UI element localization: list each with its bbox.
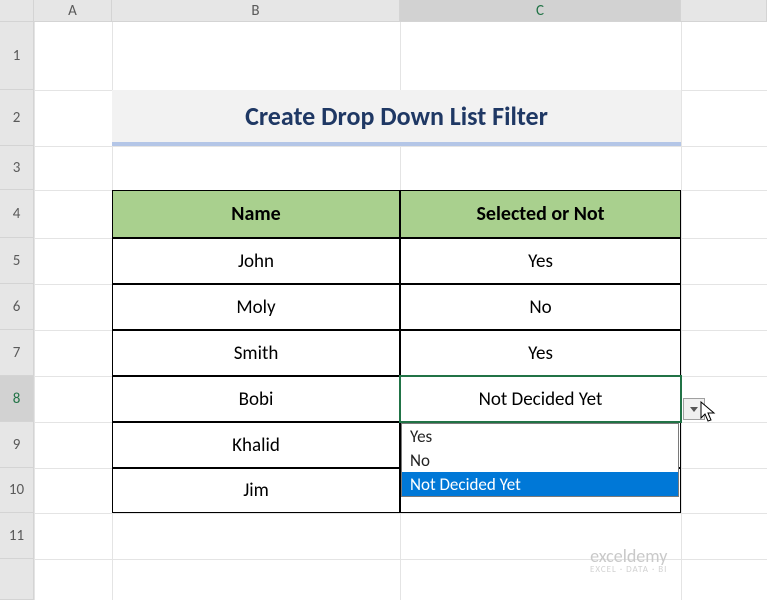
dropdown-list[interactable]: YesNoNot Decided Yet	[401, 423, 679, 497]
table-row: MolyNo	[112, 284, 681, 330]
row-header-spacer	[0, 559, 34, 600]
cell-name[interactable]: Bobi	[112, 376, 400, 422]
cell-status[interactable]: Yes	[400, 330, 681, 376]
watermark: exceldemy EXCEL · DATA · BI	[590, 547, 667, 574]
cell-status[interactable]: Not Decided Yet	[400, 376, 681, 422]
cell-name[interactable]: Jim	[112, 468, 400, 513]
col-header-spacer	[681, 0, 767, 22]
spreadsheet: ABC 1234567891011 Create Drop Down List …	[0, 0, 767, 600]
dropdown-option[interactable]: Yes	[402, 424, 678, 448]
cell-name[interactable]: John	[112, 238, 400, 284]
col-header-status[interactable]: Selected or Not	[400, 190, 681, 238]
row-header-9[interactable]: 9	[0, 422, 34, 468]
gridline	[34, 513, 767, 514]
cell-name[interactable]: Khalid	[112, 422, 400, 468]
select-all-corner[interactable]	[0, 0, 34, 22]
row-header-8[interactable]: 8	[0, 376, 34, 422]
col-header-status-label: Selected or Not	[476, 202, 604, 226]
row-header-2[interactable]: 2	[0, 90, 34, 146]
dropdown-option[interactable]: No	[402, 448, 678, 472]
table-row: BobiNot Decided Yet	[112, 376, 681, 422]
row-header-5[interactable]: 5	[0, 238, 34, 284]
mouse-cursor-icon	[700, 401, 718, 423]
row-header-3[interactable]: 3	[0, 146, 34, 190]
watermark-sub: EXCEL · DATA · BI	[590, 565, 667, 574]
gridline	[34, 146, 767, 147]
col-header-name[interactable]: Name	[112, 190, 400, 238]
col-header-B[interactable]: B	[112, 0, 400, 22]
dropdown-option[interactable]: Not Decided Yet	[402, 472, 678, 496]
row-header-10[interactable]: 10	[0, 468, 34, 513]
page-title-text: Create Drop Down List Filter	[245, 100, 548, 132]
cell-name[interactable]: Smith	[112, 330, 400, 376]
col-header-A[interactable]: A	[34, 0, 112, 22]
table-row: SmithYes	[112, 330, 681, 376]
cell-status[interactable]: Yes	[400, 238, 681, 284]
row-header-1[interactable]: 1	[0, 22, 34, 90]
row-header-6[interactable]: 6	[0, 284, 34, 330]
row-header-4[interactable]: 4	[0, 190, 34, 238]
page-title: Create Drop Down List Filter	[112, 90, 681, 146]
row-header-11[interactable]: 11	[0, 513, 34, 559]
table-row: JohnYes	[112, 238, 681, 284]
col-header-C[interactable]: C	[400, 0, 681, 22]
row-header-7[interactable]: 7	[0, 330, 34, 376]
cell-name[interactable]: Moly	[112, 284, 400, 330]
col-header-name-label: Name	[231, 202, 280, 226]
table-header-row: Name Selected or Not	[112, 190, 681, 238]
cell-status[interactable]: No	[400, 284, 681, 330]
